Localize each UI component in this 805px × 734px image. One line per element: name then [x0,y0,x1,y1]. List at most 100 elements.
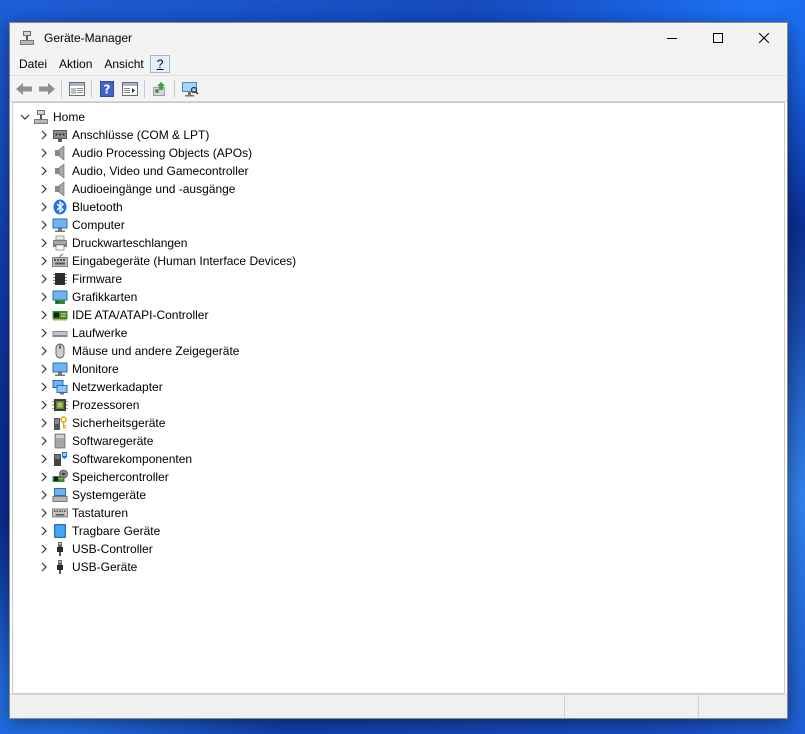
tree-item[interactable]: Druckwarteschlangen [36,234,296,252]
update-driver-button[interactable] [148,78,171,100]
chevron-right-icon[interactable] [36,522,52,540]
tree-item[interactable]: Audioeingänge und -ausgänge [36,180,296,198]
tree-item-label: Audio, Video und Gamecontroller [72,164,249,178]
chevron-right-icon[interactable] [36,324,52,342]
back-icon [15,82,32,95]
chevron-right-icon[interactable] [36,126,52,144]
device-tree[interactable]: Home Anschlüsse (COM & LPT) Audio Process… [12,102,785,694]
chevron-right-icon[interactable] [36,342,52,360]
menu-hilfe[interactable]: ? [149,55,171,73]
chevron-right-icon[interactable] [36,162,52,180]
tree-item[interactable]: Softwaregeräte [36,432,296,450]
tree-item[interactable]: Tragbare Geräte [36,522,296,540]
properties-button[interactable] [65,78,88,100]
tree-item[interactable]: Anschlüsse (COM & LPT) [36,126,296,144]
chevron-right-icon[interactable] [36,558,52,576]
hid-icon [52,253,68,269]
tree-item[interactable]: Mäuse und andere Zeigegeräte [36,342,296,360]
title-bar[interactable]: Geräte-Manager [10,23,787,53]
tree-item[interactable]: Firmware [36,270,296,288]
tree-item[interactable]: USB-Controller [36,540,296,558]
tree-item[interactable]: Systemgeräte [36,486,296,504]
maximize-button[interactable] [695,23,741,53]
chevron-right-icon[interactable] [36,270,52,288]
chevron-right-icon[interactable] [36,378,52,396]
tree-item-label: Audio Processing Objects (APOs) [72,146,253,160]
tree-item[interactable]: Speichercontroller [36,468,296,486]
chevron-right-icon[interactable] [36,144,52,162]
chevron-right-icon[interactable] [36,504,52,522]
tree-item[interactable]: USB-Geräte [36,558,296,576]
tree-item-label: Audioeingänge und -ausgänge [72,182,236,196]
usb-icon [52,541,68,557]
tree-item-label: Netzwerkadapter [72,380,163,394]
tree-item[interactable]: Prozessoren [36,396,296,414]
tree-item[interactable]: Bluetooth [36,198,296,216]
menu-aktion[interactable]: Aktion [53,55,98,73]
tree-item-label: Prozessoren [72,398,140,412]
keyboard-icon [52,505,68,521]
toolbar-separator [144,79,145,98]
menu-ansicht[interactable]: Ansicht [98,55,149,73]
status-cell-2 [565,695,699,718]
help-icon: ? [99,80,114,97]
monitor-icon [52,217,68,233]
chevron-right-icon[interactable] [36,432,52,450]
close-icon [759,33,769,43]
printer-icon [52,235,68,251]
forward-icon [38,82,55,95]
chevron-right-icon[interactable] [36,306,52,324]
minimize-button[interactable] [649,23,695,53]
chevron-right-icon[interactable] [36,540,52,558]
software-device-icon [52,433,68,449]
chevron-right-icon[interactable] [36,396,52,414]
tree-item[interactable]: Sicherheitsgeräte [36,414,296,432]
chevron-right-icon[interactable] [36,180,52,198]
chevron-right-icon[interactable] [36,288,52,306]
tree-item[interactable]: IDE ATA/ATAPI-Controller [36,306,296,324]
action-pane-icon [121,81,138,96]
tree-item[interactable]: Audio Processing Objects (APOs) [36,144,296,162]
forward-button[interactable] [35,78,58,100]
scan-hardware-button[interactable] [178,78,201,100]
toolbar: ? [10,75,787,102]
tree-item[interactable]: Audio, Video und Gamecontroller [36,162,296,180]
tree-item-label: Druckwarteschlangen [72,236,188,250]
port-icon [52,127,68,143]
chevron-right-icon[interactable] [36,252,52,270]
tree-item[interactable]: Eingabegeräte (Human Interface Devices) [36,252,296,270]
chevron-right-icon[interactable] [36,486,52,504]
chevron-right-icon[interactable] [36,468,52,486]
chevron-right-icon[interactable] [36,234,52,252]
speaker-icon [52,163,68,179]
chevron-right-icon[interactable] [36,198,52,216]
tree-root-node[interactable]: Home [17,108,85,126]
tree-item[interactable]: Tastaturen [36,504,296,522]
scan-hardware-icon [181,81,198,96]
tree-item[interactable]: Softwarekomponenten [36,450,296,468]
chevron-right-icon[interactable] [36,450,52,468]
tree-item-label: Grafikkarten [72,290,138,304]
speaker-icon [52,145,68,161]
tree-item[interactable]: Computer [36,216,296,234]
tree-item-label: Bluetooth [72,200,123,214]
tree-item[interactable]: Monitore [36,360,296,378]
tree-item[interactable]: Laufwerke [36,324,296,342]
help-button[interactable]: ? [95,78,118,100]
action-pane-button[interactable] [118,78,141,100]
back-button[interactable] [12,78,35,100]
tree-item-label: Mäuse und andere Zeigegeräte [72,344,240,358]
tree-item[interactable]: Grafikkarten [36,288,296,306]
usb-icon [52,559,68,575]
svg-text:?: ? [103,82,110,96]
chevron-right-icon[interactable] [36,360,52,378]
tree-item-label: Softwarekomponenten [72,452,193,466]
chevron-right-icon[interactable] [36,414,52,432]
toolbar-separator [174,79,175,98]
close-button[interactable] [741,23,787,53]
tree-item-label: Tragbare Geräte [72,524,161,538]
chevron-right-icon[interactable] [36,216,52,234]
tree-item[interactable]: Netzwerkadapter [36,378,296,396]
chevron-down-icon[interactable] [17,108,33,126]
menu-datei[interactable]: Datei [13,55,53,73]
